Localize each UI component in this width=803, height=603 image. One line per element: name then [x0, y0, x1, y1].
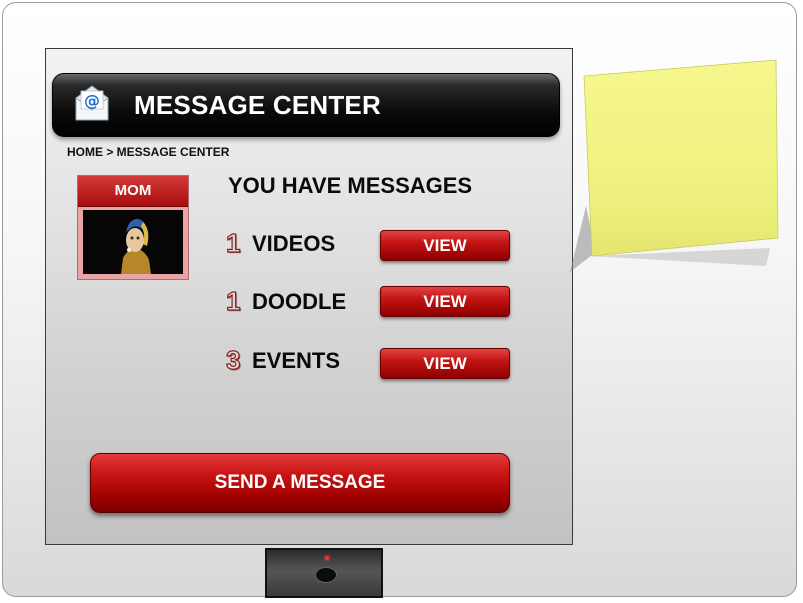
message-label: DOODLE	[252, 289, 347, 314]
view-videos-button[interactable]: VIEW	[380, 230, 510, 261]
portrait-photo	[83, 210, 183, 274]
message-count: 3	[225, 344, 241, 375]
breadcrumb: HOME > MESSAGE CENTER	[67, 145, 230, 159]
svg-text:@: @	[84, 91, 100, 110]
view-events-button[interactable]: VIEW	[380, 348, 510, 379]
device-base	[265, 548, 383, 598]
camera-lens-icon	[315, 567, 337, 583]
sticky-note[interactable]	[566, 56, 784, 278]
message-label: VIDEOS	[252, 231, 336, 256]
view-doodle-button[interactable]: VIEW	[380, 286, 510, 317]
contact-card[interactable]: MOM	[77, 175, 189, 280]
contact-name-label: MOM	[78, 176, 188, 207]
messages-heading: YOU HAVE MESSAGES	[228, 173, 473, 198]
page-title: MESSAGE CENTER	[134, 90, 381, 120]
message-label: EVENTS	[252, 348, 341, 373]
message-count: 1	[225, 227, 241, 258]
send-message-button[interactable]: SEND A MESSAGE	[90, 453, 510, 513]
mail-at-icon: @	[75, 85, 109, 121]
message-count: 1	[225, 285, 241, 316]
power-led-icon	[325, 556, 329, 560]
